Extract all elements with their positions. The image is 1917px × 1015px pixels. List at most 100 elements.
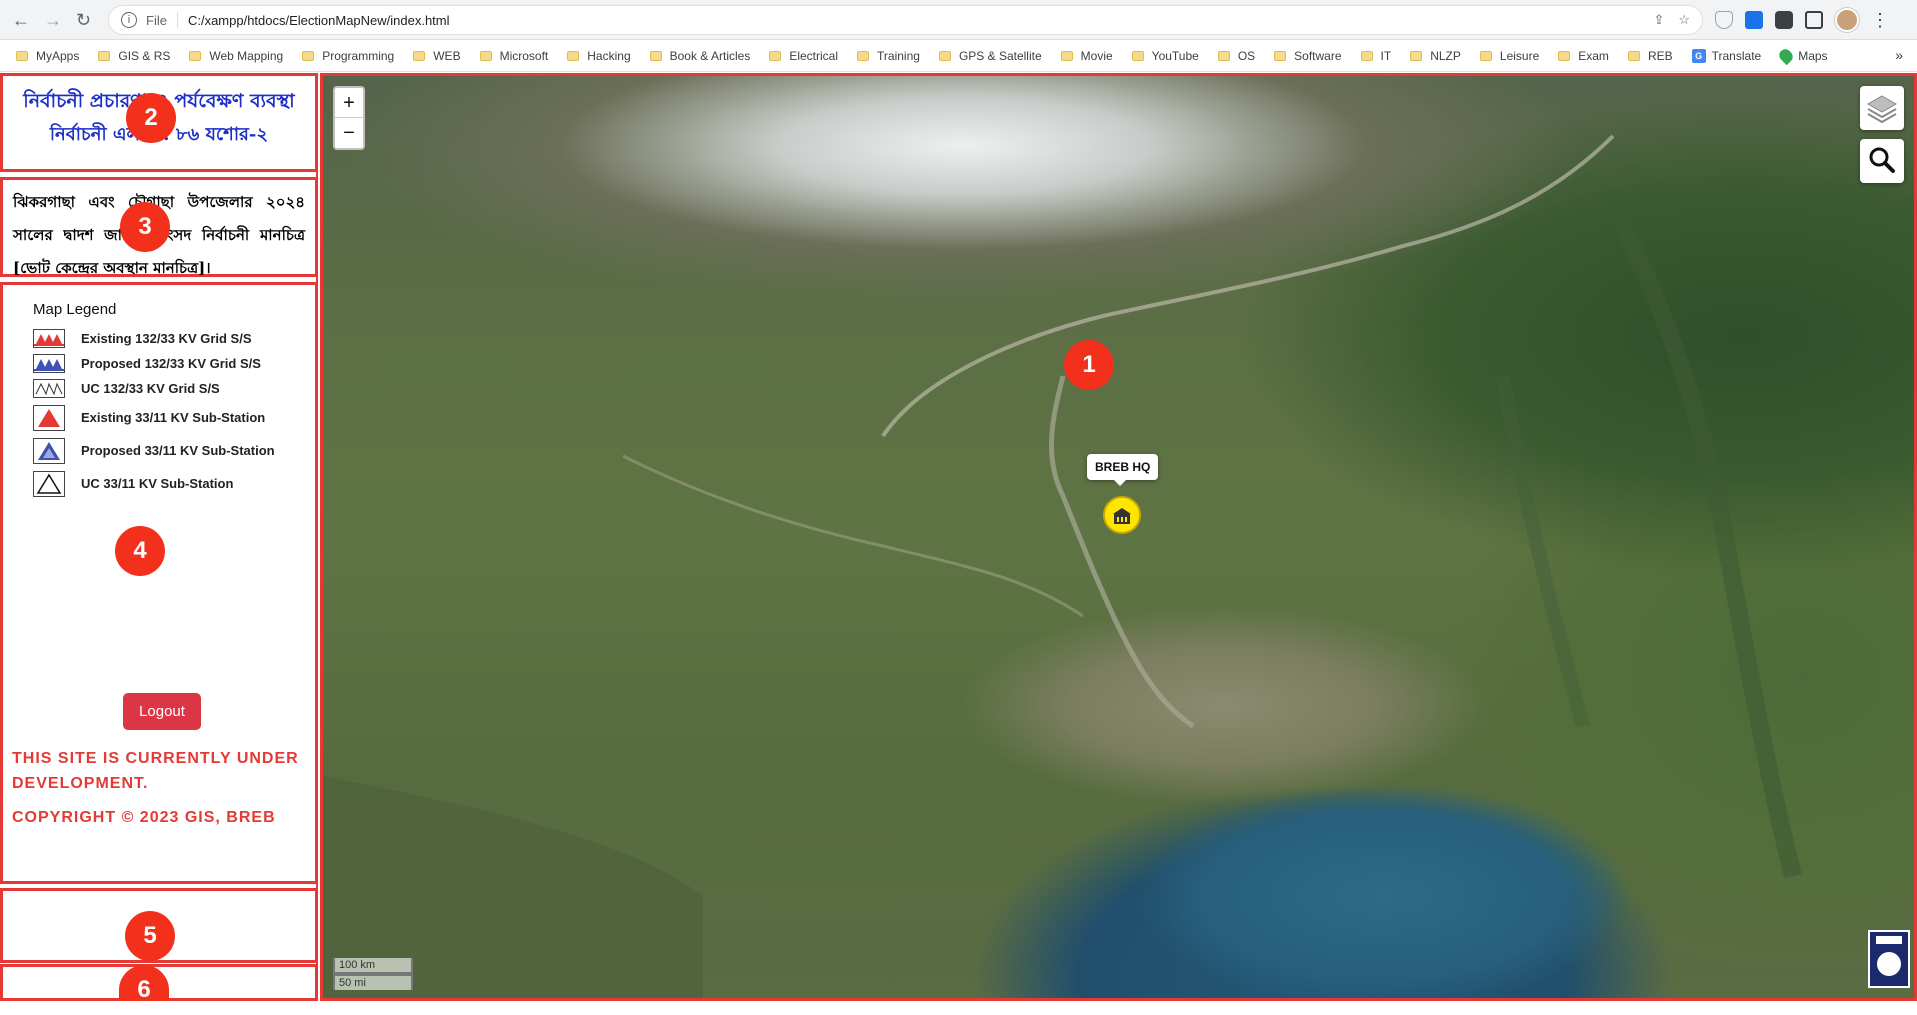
legend-item: Existing 132/33 KV Grid S/S xyxy=(33,326,295,351)
legend-title: Map Legend xyxy=(33,301,117,318)
more-menu-icon[interactable]: ⋮ xyxy=(1871,10,1889,31)
bookmarks-bar: MyApps GIS & RS Web Mapping Programming … xyxy=(0,41,1917,72)
bookmark-os[interactable]: OS xyxy=(1217,49,1255,63)
bookmark-web-mapping[interactable]: Web Mapping xyxy=(189,49,283,63)
bookmark-electrical[interactable]: Electrical xyxy=(769,49,838,63)
search-button[interactable] xyxy=(1860,139,1904,183)
legend-label: UC 132/33 KV Grid S/S xyxy=(81,381,220,396)
info-icon[interactable]: i xyxy=(121,12,137,28)
folder-icon xyxy=(1274,51,1287,61)
annotation-badge: 1 xyxy=(1064,340,1114,390)
annotation-badge: 3 xyxy=(120,202,170,252)
folder-icon xyxy=(1060,51,1073,61)
folder-icon xyxy=(1217,51,1230,61)
side-panel-icon[interactable] xyxy=(1805,11,1823,29)
page-content: নির্বাচনী প্রচারণা ও পর্যবেক্ষণ ব্যবস্থা… xyxy=(0,73,1917,1003)
blue-extension-icon[interactable] xyxy=(1745,11,1763,29)
bookmark-microsoft[interactable]: Microsoft xyxy=(479,49,548,63)
uc-grid-icon xyxy=(33,379,65,398)
translate-icon: G xyxy=(1691,49,1706,63)
existing-grid-icon xyxy=(33,329,65,348)
file-label: File xyxy=(146,12,167,28)
folder-icon xyxy=(769,51,782,61)
bookmark-gps-satellite[interactable]: GPS & Satellite xyxy=(938,49,1042,63)
url-text[interactable]: C:/xampp/htdocs/ElectionMapNew/index.htm… xyxy=(188,13,450,28)
zoom-out-button[interactable]: − xyxy=(335,118,363,148)
layers-button[interactable] xyxy=(1860,86,1904,130)
bookmark-maps[interactable]: Maps xyxy=(1777,46,1828,66)
maps-pin-icon xyxy=(1777,46,1796,66)
building-icon xyxy=(1113,508,1131,524)
development-notice: THIS SITE IS CURRENTLY UNDER DEVELOPMENT… xyxy=(12,750,299,792)
bookmark-star-icon[interactable]: ☆ xyxy=(1678,12,1690,28)
folder-icon xyxy=(567,51,580,61)
folder-icon xyxy=(98,51,111,61)
layers-icon xyxy=(1866,95,1898,124)
bookmark-reb[interactable]: REB xyxy=(1627,49,1673,63)
existing-substation-icon xyxy=(33,404,65,431)
bookmark-it[interactable]: IT xyxy=(1360,49,1391,63)
marker-tooltip: BREB HQ xyxy=(1087,454,1159,486)
logout-button[interactable]: Logout xyxy=(123,693,201,730)
legend-label: Existing 33/11 KV Sub-Station xyxy=(81,410,266,425)
legend-label: Proposed 33/11 KV Sub-Station xyxy=(81,443,275,458)
reload-button[interactable]: ↻ xyxy=(76,10,91,31)
zoom-control: + − xyxy=(333,86,365,150)
annotation-badge: 4 xyxy=(115,526,165,576)
bookmark-leisure[interactable]: Leisure xyxy=(1479,49,1539,63)
annotation-badge: 5 xyxy=(125,911,175,961)
uc-substation-icon xyxy=(33,470,65,497)
hq-marker-icon[interactable] xyxy=(1103,496,1141,534)
copyright-text: COPYRIGHT © 2023 GIS, BREB xyxy=(12,809,276,826)
folder-icon xyxy=(1558,51,1571,61)
address-bar[interactable]: i File C:/xampp/htdocs/ElectionMapNew/in… xyxy=(108,5,1703,35)
bookmarks-overflow-icon[interactable]: » xyxy=(1895,47,1903,63)
proposed-substation-icon xyxy=(33,437,65,464)
forward-button[interactable]: → xyxy=(44,10,62,31)
folder-icon xyxy=(938,51,951,61)
bookmark-hacking[interactable]: Hacking xyxy=(567,49,631,63)
bookmark-movie[interactable]: Movie xyxy=(1060,49,1113,63)
search-icon xyxy=(1869,147,1895,173)
bookmark-youtube[interactable]: YouTube xyxy=(1131,49,1199,63)
map-view[interactable]: + − BREB HQ 100 km 50 mi xyxy=(320,73,1917,1001)
map-terrain xyxy=(323,134,1802,998)
puzzle-icon[interactable] xyxy=(1775,11,1793,29)
bookmark-translate[interactable]: G Translate xyxy=(1691,49,1761,63)
legend-item: Proposed 33/11 KV Sub-Station xyxy=(33,434,295,467)
back-button[interactable]: ← xyxy=(12,10,30,31)
folder-icon xyxy=(857,51,870,61)
profile-avatar[interactable] xyxy=(1835,8,1859,32)
folder-icon xyxy=(1410,51,1423,61)
legend-item: Existing 33/11 KV Sub-Station xyxy=(33,401,295,434)
bookmark-book-articles[interactable]: Book & Articles xyxy=(649,49,750,63)
bookmark-software[interactable]: Software xyxy=(1274,49,1342,63)
bookmark-web[interactable]: WEB xyxy=(413,49,461,63)
legend-item: Proposed 132/33 KV Grid S/S xyxy=(33,351,295,376)
folder-icon xyxy=(1131,51,1144,61)
folder-icon xyxy=(16,51,28,61)
folder-icon xyxy=(1479,51,1492,61)
bookmark-exam[interactable]: Exam xyxy=(1558,49,1609,63)
bookmark-myapps[interactable]: MyApps xyxy=(16,49,79,63)
bookmark-training[interactable]: Training xyxy=(857,49,920,63)
zoom-in-button[interactable]: + xyxy=(335,88,363,118)
shield-extension-icon[interactable] xyxy=(1715,11,1733,29)
proposed-grid-icon xyxy=(33,354,65,373)
bookmark-gis-rs[interactable]: GIS & RS xyxy=(98,49,170,63)
bookmark-nlzp[interactable]: NLZP xyxy=(1410,49,1461,63)
legend-item: UC 132/33 KV Grid S/S xyxy=(33,376,295,401)
folder-icon xyxy=(649,51,662,61)
legend-label: Proposed 132/33 KV Grid S/S xyxy=(81,356,261,371)
share-icon[interactable]: ⇪ xyxy=(1653,12,1664,28)
legend-item: UC 33/11 KV Sub-Station xyxy=(33,467,295,500)
scale-mi: 50 mi xyxy=(333,974,413,990)
legend-panel: Map Legend Existing 132/33 KV Grid S/S P… xyxy=(0,282,318,884)
divider xyxy=(176,12,178,28)
map-scale: 100 km 50 mi xyxy=(333,958,413,990)
folder-icon xyxy=(413,51,426,61)
folder-icon xyxy=(189,51,202,61)
bookmark-programming[interactable]: Programming xyxy=(302,49,394,63)
folder-icon xyxy=(1627,51,1640,61)
annotation-badge: 2 xyxy=(126,93,176,143)
